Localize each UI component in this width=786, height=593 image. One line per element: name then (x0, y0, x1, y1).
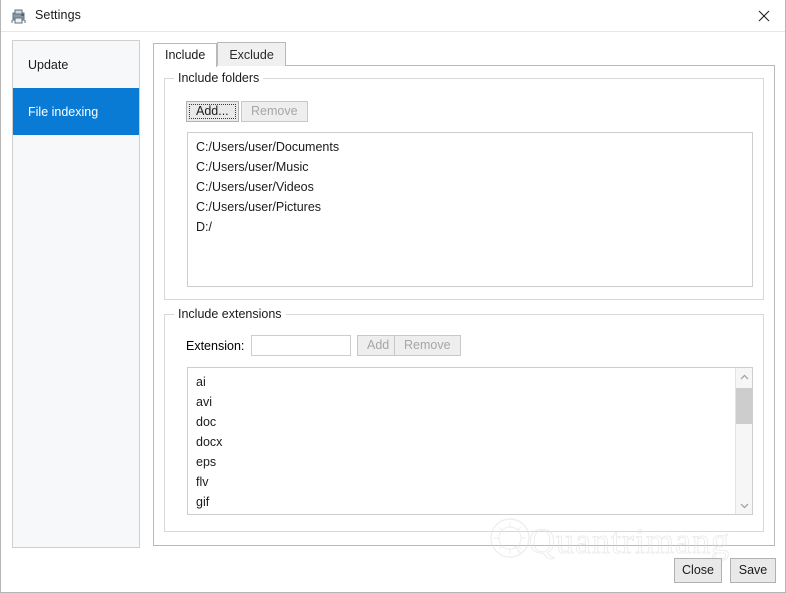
list-item[interactable]: ai (188, 372, 752, 392)
extension-name: avi (196, 395, 212, 409)
add-extension-button[interactable]: Add (357, 335, 400, 356)
sidebar: Update File indexing (12, 40, 140, 548)
extension-name: eps (196, 455, 217, 469)
extension-input-row: Extension: Add Remove (165, 335, 763, 357)
list-item[interactable]: gif (188, 492, 752, 512)
tab-panel-include: Include folders Add... Remove C:/Users/u… (153, 65, 775, 546)
chevron-up-icon[interactable] (736, 368, 752, 385)
extensions-scrollbar[interactable] (735, 368, 752, 514)
remove-extension-button[interactable]: Remove (394, 335, 461, 356)
list-item[interactable]: C:/Users/user/Pictures (188, 197, 752, 217)
extension-label: Extension: (186, 339, 245, 353)
folder-path: C:/Users/user/Music (196, 160, 309, 174)
include-extensions-group-label: Include extensions (174, 307, 286, 321)
include-folders-list[interactable]: C:/Users/user/Documents C:/Users/user/Mu… (187, 132, 753, 287)
extension-name: ai (196, 375, 206, 389)
sidebar-item-update[interactable]: Update (13, 41, 139, 88)
list-item[interactable]: C:/Users/user/Music (188, 157, 752, 177)
settings-window: Settings Update File indexing Include Ex… (0, 0, 786, 593)
chevron-down-icon[interactable] (736, 497, 752, 514)
extension-name: flv (196, 475, 209, 489)
list-item[interactable]: eps (188, 452, 752, 472)
folder-path: C:/Users/user/Documents (196, 140, 340, 154)
folder-path: C:/Users/user/Videos (196, 180, 314, 194)
folder-path: C:/Users/user/Pictures (196, 200, 322, 214)
list-item[interactable]: flv (188, 472, 752, 492)
extension-name: docx (196, 435, 223, 449)
extension-name: doc (196, 415, 217, 429)
list-item[interactable]: D:/ (188, 217, 752, 237)
add-folder-button-label: Add... (196, 104, 229, 119)
close-button[interactable]: Close (674, 558, 722, 583)
extension-input[interactable] (251, 335, 351, 356)
list-item[interactable]: htm (188, 512, 752, 514)
tab-include[interactable]: Include (153, 43, 218, 67)
include-folders-group-label: Include folders (174, 71, 264, 85)
list-item[interactable]: docx (188, 432, 752, 452)
sidebar-item-label: Update (28, 57, 69, 72)
remove-folder-button-label: Remove (251, 104, 298, 119)
save-button-label: Save (738, 563, 768, 578)
tab-label: Exclude (229, 47, 274, 62)
sidebar-item-file-indexing[interactable]: File indexing (13, 88, 139, 135)
add-extension-button-label: Add (367, 338, 390, 353)
list-item[interactable]: doc (188, 412, 752, 432)
title-bar: Settings (1, 0, 785, 32)
folder-path: D:/ (196, 220, 212, 234)
add-folder-button[interactable]: Add... (186, 101, 239, 122)
printer-settings-icon (10, 7, 28, 25)
list-item[interactable]: C:/Users/user/Videos (188, 177, 752, 197)
window-title: Settings (35, 8, 81, 22)
include-folders-group: Include folders Add... Remove C:/Users/u… (164, 71, 764, 300)
close-icon[interactable] (741, 0, 785, 31)
include-extensions-list[interactable]: ai avi doc docx eps flv gif (187, 367, 753, 515)
remove-extension-button-label: Remove (404, 338, 451, 353)
tab-label: Include (165, 48, 206, 62)
save-button[interactable]: Save (730, 558, 776, 583)
list-item[interactable]: C:/Users/user/Documents (188, 137, 752, 157)
remove-folder-button[interactable]: Remove (241, 101, 308, 122)
list-item[interactable]: avi (188, 392, 752, 412)
scrollbar-thumb[interactable] (736, 388, 752, 424)
tab-strip: Include Exclude (153, 42, 286, 67)
tab-exclude[interactable]: Exclude (217, 42, 286, 66)
include-extensions-group: Include extensions Extension: Add Remove… (164, 307, 764, 532)
extension-name: gif (196, 495, 210, 509)
sidebar-item-label: File indexing (28, 104, 99, 119)
close-button-label: Close (682, 563, 714, 578)
